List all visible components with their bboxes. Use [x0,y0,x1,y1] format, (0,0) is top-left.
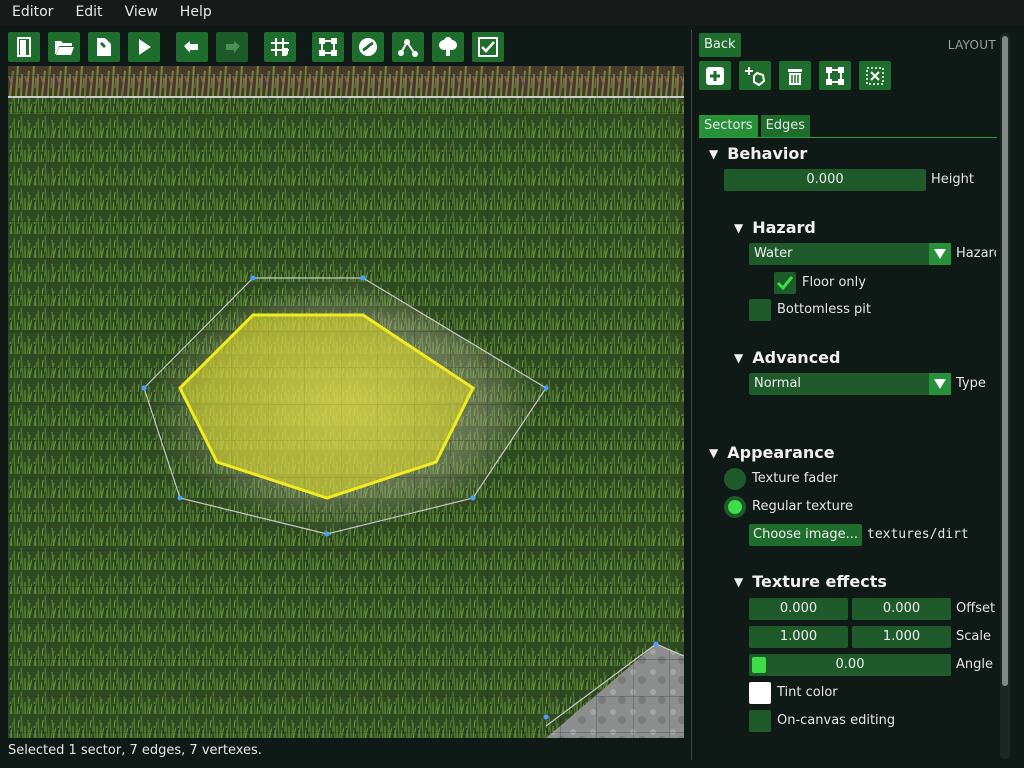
save-icon [97,38,111,56]
floor-only-checkbox[interactable] [774,272,796,294]
collapse-triangle-icon: ▼ [734,350,744,365]
sector-tools [699,61,899,90]
collapse-triangle-icon: ▼ [709,445,719,460]
back-button[interactable]: Back [699,33,741,57]
texture-fader-label: Texture fader [752,471,838,486]
regular-texture-label: Regular texture [752,499,853,514]
menu-bar: Editor Edit View Help [0,0,1024,25]
scale-label: Scale [956,629,991,644]
load-button[interactable] [48,32,80,62]
checkmark-icon [776,276,794,291]
texture-effects-header[interactable]: ▼ Texture effects [734,572,887,591]
offset-y-input[interactable]: 0.000 [852,598,951,620]
quit-button[interactable] [8,32,40,62]
menu-editor[interactable]: Editor [0,0,64,25]
angle-label: Angle [956,657,993,672]
appearance-header[interactable]: ▼ Appearance [709,443,835,462]
height-input[interactable]: 0.000 [724,169,926,191]
add-circle-sector-icon [745,66,766,86]
chevron-down-icon [929,243,951,265]
hazard-header[interactable]: ▼ Hazard [734,218,816,237]
collapse-triangle-icon: ▼ [734,574,744,589]
redo-icon [226,41,240,53]
on-canvas-editing-label: On-canvas editing [777,713,896,728]
layout-mode-button[interactable] [312,32,344,62]
hazard-select[interactable]: Water [749,243,951,265]
menu-edit[interactable]: Edit [64,0,113,25]
select-all-button[interactable] [819,61,851,90]
on-canvas-editing-checkbox[interactable] [749,710,771,732]
type-label: Type [956,376,986,391]
floor-only-label: Floor only [802,275,866,290]
exit-icon [17,37,31,57]
redo-button[interactable] [216,32,248,62]
toolbar [8,31,512,63]
tree-icon [439,37,457,56]
type-select[interactable]: Normal [749,373,951,395]
texture-path: textures/dirt [867,527,969,542]
collapse-triangle-icon: ▼ [709,146,719,161]
scale-y-input[interactable]: 1.000 [852,626,951,648]
regular-texture-radio[interactable] [724,496,746,518]
panel-divider [691,30,692,760]
bottomless-pit-label: Bottomless pit [777,302,871,317]
behavior-header[interactable]: ▼ Behavior [709,144,807,163]
panel-title: LAYOUT [947,38,996,52]
menu-view[interactable]: View [114,0,169,25]
new-sector-button[interactable] [699,61,731,90]
trash-icon [788,68,802,85]
panel-tabs: Sectors Edges [699,115,997,138]
deselect-icon [866,66,884,85]
layout-icon [826,66,844,85]
review-mode-button[interactable] [472,32,504,62]
panel-scrollbar[interactable] [1000,33,1010,759]
tint-color-swatch[interactable] [749,682,771,704]
plus-square-icon [706,66,724,85]
check-icon [478,37,498,57]
mob-icon [359,38,377,56]
tab-edges[interactable]: Edges [760,115,811,137]
scale-x-input[interactable]: 1.000 [749,626,848,648]
height-label: Height [931,172,974,187]
play-icon [139,39,151,55]
offset-label: Offset [956,601,996,616]
layout-panel: Back LAYOUT Sectors Edges ▼ Behavior 0.0… [698,30,998,760]
mobs-mode-button[interactable] [352,32,384,62]
offset-x-input[interactable]: 0.000 [749,598,848,620]
scrollbar-thumb[interactable] [1002,36,1008,686]
delete-button[interactable] [779,61,811,90]
radio-selected-dot [728,500,742,514]
select-none-button[interactable] [859,61,891,90]
chevron-down-icon [929,373,951,395]
bottomless-pit-checkbox[interactable] [749,299,771,321]
tint-color-label: Tint color [777,685,838,700]
menu-help[interactable]: Help [169,0,223,25]
slider-handle[interactable] [752,657,766,673]
canvas-drawing [8,66,684,738]
folder-open-icon [55,41,74,55]
editor-canvas[interactable] [8,66,684,738]
layout-icon [319,38,337,56]
choose-image-button[interactable]: Choose image... [749,524,863,546]
advanced-header[interactable]: ▼ Advanced [734,348,840,367]
texture-fader-radio[interactable] [724,468,746,490]
angle-slider[interactable]: 0.00 [749,654,951,676]
hazard-label: Hazard [956,246,996,261]
play-button[interactable] [128,32,160,62]
grid-snap-icon [271,38,289,56]
tab-sectors[interactable]: Sectors [699,115,758,137]
details-mode-button[interactable] [432,32,464,62]
undo-button[interactable] [176,32,208,62]
undo-icon [184,41,198,53]
path-icon [398,39,418,57]
paths-mode-button[interactable] [392,32,424,62]
status-bar: Selected 1 sector, 7 edges, 7 vertexes. [8,743,262,758]
new-circle-sector-button[interactable] [739,61,771,90]
save-button[interactable] [88,32,120,62]
grid-snap-button[interactable] [264,32,296,62]
collapse-triangle-icon: ▼ [734,220,744,235]
